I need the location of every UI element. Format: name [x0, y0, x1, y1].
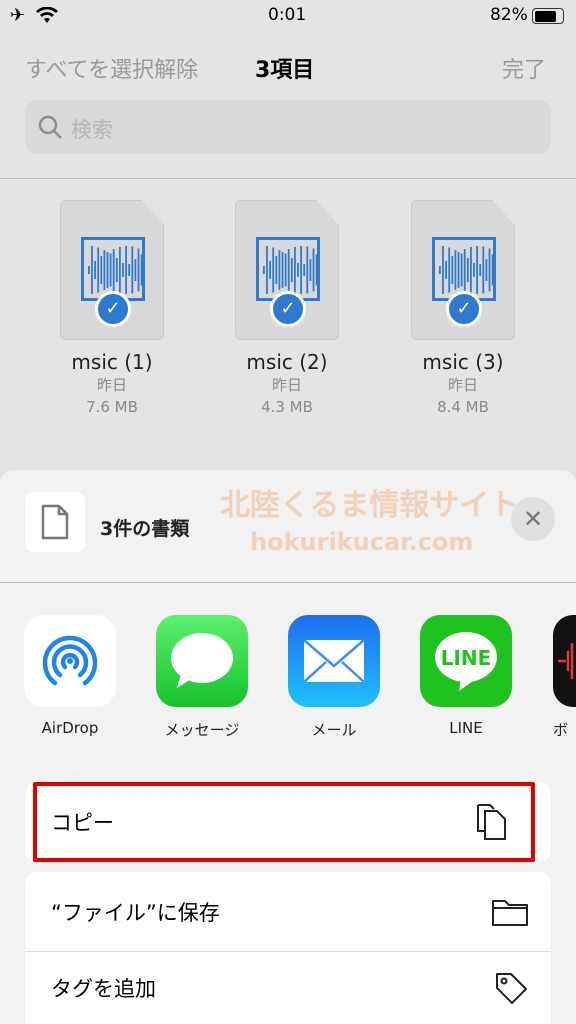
add-tag-action[interactable]: タグを追加 [25, 952, 551, 1024]
app-label: AirDrop [41, 719, 99, 737]
app-airdrop[interactable]: AirDrop [15, 615, 125, 737]
save-to-files-action[interactable]: “ファイル”に保存 [25, 872, 551, 952]
divider [0, 178, 576, 179]
sheet-title: 3件の書類 [100, 518, 190, 540]
share-sheet: 3件の書類 北陸くるま情報サイト hokurikucar.com ✕ AirDro… [0, 470, 576, 1024]
wifi-icon [36, 7, 58, 23]
action-label: コピー [51, 811, 114, 835]
message-bubble-icon [156, 615, 248, 707]
app-line[interactable]: LINE LINE [411, 615, 521, 737]
search-placeholder: 検索 [71, 118, 113, 142]
audio-file-thumbnail: ✓ [60, 200, 164, 340]
copy-group: コピー [25, 782, 551, 862]
status-bar: ✈ 0:01 82% [0, 0, 576, 34]
file-name: msic (1) [71, 350, 153, 374]
tag-icon [496, 973, 527, 1004]
file-size: 8.4 MB [437, 398, 489, 416]
action-label: タグを追加 [51, 977, 156, 1001]
document-thumbnail [25, 492, 85, 552]
actions-group: “ファイル”に保存 タグを追加 [25, 872, 551, 1024]
battery-icon [532, 8, 564, 24]
file-date: 昨日 [96, 376, 127, 394]
voice-memo-icon [553, 615, 576, 707]
audio-file-thumbnail: ✓ [235, 200, 339, 340]
close-button[interactable]: ✕ [511, 497, 555, 541]
deselect-all-button[interactable]: すべてを選択解除 [25, 52, 198, 84]
file-size: 4.3 MB [261, 398, 313, 416]
battery-percent: 82% [490, 5, 528, 25]
file-item[interactable]: ✓ msic (2) 昨日 4.3 MB [212, 200, 362, 418]
action-label: “ファイル”に保存 [51, 900, 220, 925]
file-name: msic (2) [246, 350, 328, 374]
checkmark-icon: ✓ [270, 291, 306, 327]
document-icon [41, 504, 69, 540]
folder-icon [492, 899, 528, 926]
app-messages[interactable]: メッセージ [147, 615, 257, 740]
search-icon [38, 115, 62, 139]
app-label: メール [311, 721, 357, 739]
search-input[interactable]: 検索 [25, 100, 551, 154]
app-label: メッセージ [164, 721, 240, 739]
file-size: 7.6 MB [86, 398, 138, 416]
app-mail[interactable]: メール [279, 615, 389, 740]
checkmark-icon: ✓ [446, 291, 482, 327]
watermark-logo: 北陸くるま情報サイト hokurikucar.com [220, 488, 520, 556]
checkmark-icon: ✓ [95, 291, 131, 327]
close-icon: ✕ [522, 505, 544, 533]
app-label: ボ [553, 721, 569, 739]
airdrop-icon [24, 615, 116, 707]
file-name: msic (3) [422, 350, 504, 374]
app-label: LINE [449, 719, 483, 737]
done-button[interactable]: 完了 [502, 52, 546, 84]
file-item[interactable]: ✓ msic (3) 昨日 8.4 MB [388, 200, 538, 418]
app-voice-memos[interactable]: ボ [553, 615, 576, 740]
audio-file-thumbnail: ✓ [411, 200, 515, 340]
page-title: 3項目 [255, 58, 315, 83]
line-logo-icon: LINE [420, 615, 512, 707]
nav-bar: すべてを選択解除 3項目 完了 [0, 44, 576, 88]
file-date: 昨日 [447, 376, 478, 394]
copy-action[interactable]: コピー [33, 782, 535, 862]
airplane-icon: ✈ [10, 5, 26, 26]
divider [0, 582, 576, 583]
copy-icon [477, 804, 506, 840]
envelope-icon [288, 615, 380, 707]
file-date: 昨日 [271, 376, 302, 394]
file-item[interactable]: ✓ msic (1) 昨日 7.6 MB [37, 200, 187, 418]
clock: 0:01 [268, 5, 307, 25]
